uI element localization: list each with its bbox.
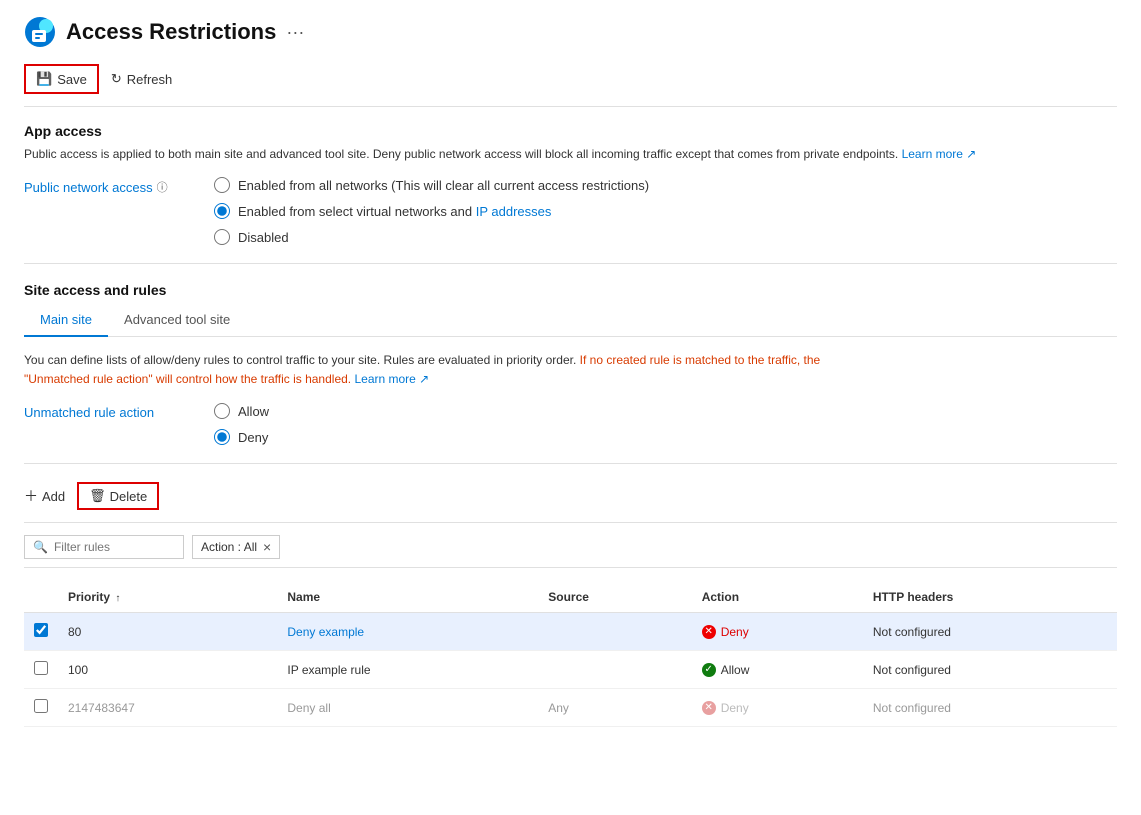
table-row: 100 IP example rule ✓ Allow Not configur…	[24, 651, 1117, 689]
rules-divider	[24, 463, 1117, 464]
delete-icon: 🗑	[89, 488, 106, 504]
sort-icon: ↑	[115, 593, 120, 604]
row-action: ✕ Deny	[692, 613, 863, 651]
row-source: Any	[538, 689, 691, 727]
col-source: Source	[538, 582, 691, 613]
deny-icon: ✕	[702, 625, 716, 639]
tab-advanced-tool-site[interactable]: Advanced tool site	[108, 304, 246, 337]
filter-input-wrap: 🔍	[24, 535, 184, 559]
delete-label: Delete	[110, 489, 148, 504]
col-action: Action	[692, 582, 863, 613]
row-action: ✕ Deny	[692, 689, 863, 727]
section-divider	[24, 263, 1117, 264]
tab-main-site[interactable]: Main site	[24, 304, 108, 337]
site-access-learn-more-link[interactable]: Learn more ↗	[354, 372, 429, 386]
search-icon: 🔍	[33, 540, 48, 554]
row-name[interactable]: Deny example	[277, 613, 538, 651]
radio-enabled-all[interactable]: Enabled from all networks (This will cle…	[214, 177, 649, 193]
public-network-access-group: Public network access ⓘ Enabled from all…	[24, 177, 1117, 245]
add-icon: ＋	[24, 486, 38, 506]
app-service-icon	[24, 16, 56, 48]
table-header-row: Priority ↑ Name Source Action HTTP heade…	[24, 582, 1117, 613]
row-name: Deny all	[277, 689, 538, 727]
radio-allow[interactable]: Allow	[214, 403, 269, 419]
more-options-icon[interactable]: ···	[286, 22, 304, 43]
chip-close-icon[interactable]: ×	[263, 539, 271, 555]
row-checkbox-cell[interactable]	[24, 613, 58, 651]
radio-deny[interactable]: Deny	[214, 429, 269, 445]
site-tabs: Main site Advanced tool site	[24, 304, 1117, 337]
col-checkbox	[24, 582, 58, 613]
row-source	[538, 613, 691, 651]
row-http-headers: Not configured	[863, 651, 1117, 689]
filter-rules-input[interactable]	[54, 540, 175, 554]
toolbar: 💾 Save ↻ Refresh	[24, 64, 1117, 107]
unmatched-rule-label: Unmatched rule action	[24, 405, 184, 420]
refresh-label: Refresh	[127, 72, 173, 87]
add-label: Add	[42, 489, 65, 504]
add-button[interactable]: ＋ Add	[24, 486, 65, 506]
unmatched-rule-options: Allow Deny	[214, 403, 269, 445]
save-icon: 💾	[36, 71, 52, 87]
unmatched-rule-group: Unmatched rule action Allow Deny	[24, 403, 1117, 445]
table-row: 2147483647 Deny all Any ✕ Deny Not confi…	[24, 689, 1117, 727]
site-access-section: Site access and rules Main site Advanced…	[24, 282, 1117, 445]
col-priority: Priority ↑	[58, 582, 277, 613]
row-priority: 2147483647	[58, 689, 277, 727]
delete-button[interactable]: 🗑 Delete	[77, 482, 159, 510]
filter-bar: 🔍 Action : All ×	[24, 535, 1117, 568]
chip-label: Action : All	[201, 540, 257, 554]
radio-disabled[interactable]: Disabled	[214, 229, 649, 245]
row-source	[538, 651, 691, 689]
public-network-access-options: Enabled from all networks (This will cle…	[214, 177, 649, 245]
row-checkbox[interactable]	[34, 661, 48, 675]
app-access-title: App access	[24, 123, 1117, 139]
row-http-headers: Not configured	[863, 613, 1117, 651]
filter-divider	[24, 522, 1117, 523]
row-checkbox[interactable]	[34, 623, 48, 637]
table-row: 80 Deny example ✕ Deny Not configured	[24, 613, 1117, 651]
col-http-headers: HTTP headers	[863, 582, 1117, 613]
allow-icon: ✓	[702, 663, 716, 677]
action-filter-chip: Action : All ×	[192, 535, 280, 559]
public-network-access-label: Public network access ⓘ	[24, 179, 184, 195]
site-access-info: You can define lists of allow/deny rules…	[24, 351, 874, 389]
row-checkbox-cell[interactable]	[24, 689, 58, 727]
info-icon[interactable]: ⓘ	[157, 179, 168, 195]
app-access-learn-more-link[interactable]: Learn more ↗	[902, 147, 977, 161]
save-label: Save	[57, 72, 87, 87]
row-action: ✓ Allow	[692, 651, 863, 689]
row-http-headers: Not configured	[863, 689, 1117, 727]
row-name: IP example rule	[277, 651, 538, 689]
col-name: Name	[277, 582, 538, 613]
row-priority: 100	[58, 651, 277, 689]
page-title: Access Restrictions	[66, 19, 276, 45]
deny-muted-icon: ✕	[702, 701, 716, 715]
row-checkbox[interactable]	[34, 699, 48, 713]
rules-toolbar: ＋ Add 🗑 Delete	[24, 482, 1117, 510]
radio-enabled-select[interactable]: Enabled from select virtual networks and…	[214, 203, 649, 219]
ip-addresses-link[interactable]: IP addresses	[476, 204, 552, 219]
app-access-section: App access Public access is applied to b…	[24, 123, 1117, 245]
refresh-button[interactable]: ↻ Refresh	[111, 71, 172, 87]
rules-table: Priority ↑ Name Source Action HTTP heade…	[24, 582, 1117, 727]
refresh-icon: ↻	[111, 71, 122, 87]
app-access-desc: Public access is applied to both main si…	[24, 145, 1117, 163]
row-checkbox-cell[interactable]	[24, 651, 58, 689]
save-button[interactable]: 💾 Save	[24, 64, 99, 94]
site-access-title: Site access and rules	[24, 282, 1117, 298]
row-priority: 80	[58, 613, 277, 651]
